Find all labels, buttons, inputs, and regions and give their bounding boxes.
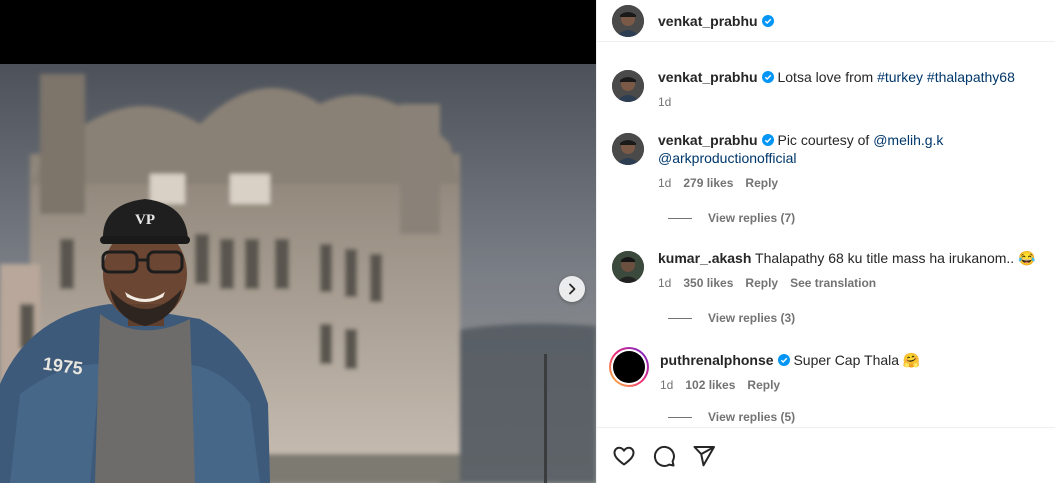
caption-username[interactable]: venkat_prabhu <box>658 69 758 85</box>
reply-button[interactable]: Reply <box>745 174 778 192</box>
comment-username[interactable]: kumar_.akash <box>658 250 751 266</box>
caption-text: Lotsa love from <box>777 69 874 85</box>
comment-likes[interactable]: 279 likes <box>683 174 733 192</box>
comment-body: puthrenalphonse Super Cap Thala 🤗 1d 102… <box>660 351 1039 394</box>
comment-time[interactable]: 1d <box>658 274 671 292</box>
post-actions-bar <box>597 427 1055 483</box>
comment-username[interactable]: puthrenalphonse <box>660 352 774 368</box>
view-replies-button[interactable]: View replies (5) <box>668 410 795 424</box>
chevron-right-icon <box>569 283 576 295</box>
verified-badge-icon <box>761 14 774 27</box>
commenter-avatar-story[interactable] <box>609 347 649 387</box>
verified-badge-icon <box>777 354 790 366</box>
comment-text: Thalapathy 68 ku title mass ha irukanom.… <box>755 250 1036 266</box>
comment-icon[interactable] <box>652 444 676 468</box>
comment-text: Pic courtesy of <box>777 132 870 148</box>
hashtag-link[interactable]: #thalapathy68 <box>927 69 1015 85</box>
caption-time[interactable]: 1d <box>658 93 671 111</box>
verified-badge-icon <box>761 134 774 146</box>
divider-line <box>668 217 692 219</box>
cap-text: VP <box>135 212 155 228</box>
hashtag-link[interactable]: #turkey <box>877 69 923 85</box>
comment-likes[interactable]: 102 likes <box>685 376 735 394</box>
reply-button[interactable]: Reply <box>745 274 778 292</box>
instagram-post-viewer: VP 1975 venkat_prabhu venkat_prabhu Lots… <box>0 0 1055 483</box>
comment-item: kumar_.akash Thalapathy 68 ku title mass… <box>612 249 1042 292</box>
author-avatar[interactable] <box>612 70 644 102</box>
commenter-avatar[interactable] <box>612 251 644 283</box>
commenter-avatar[interactable] <box>612 133 644 165</box>
author-username[interactable]: venkat_prabhu <box>658 13 758 29</box>
comment-item: venkat_prabhu Pic courtesy of @melih.g.k… <box>612 131 1042 192</box>
see-translation-button[interactable]: See translation <box>790 274 876 292</box>
comment-time[interactable]: 1d <box>660 376 673 394</box>
photo-illustration: VP 1975 <box>0 64 596 483</box>
comment-body: venkat_prabhu Pic courtesy of @melih.g.k… <box>658 131 1038 192</box>
comment-text: Super Cap Thala 🤗 <box>793 352 921 368</box>
mention-link[interactable]: @melih.g.k <box>873 132 943 148</box>
post-header: venkat_prabhu <box>597 0 1055 42</box>
view-replies-button[interactable]: View replies (7) <box>668 211 795 225</box>
post-side-panel: venkat_prabhu venkat_prabhu Lotsa love f… <box>596 0 1055 483</box>
view-replies-label: View replies (3) <box>708 311 796 325</box>
post-photo: VP 1975 <box>0 64 596 483</box>
author-avatar[interactable] <box>612 4 644 37</box>
comment-time[interactable]: 1d <box>658 174 671 192</box>
divider-line <box>668 416 692 418</box>
verified-badge-icon <box>761 71 774 83</box>
divider-line <box>668 317 692 319</box>
view-replies-label: View replies (7) <box>708 211 796 225</box>
caption-body: venkat_prabhu Lotsa love from #turkey #t… <box>658 68 1038 111</box>
next-photo-button[interactable] <box>559 276 585 302</box>
post-media: VP 1975 <box>0 0 596 483</box>
comment-item: puthrenalphonse Super Cap Thala 🤗 1d 102… <box>609 347 1039 394</box>
view-replies-button[interactable]: View replies (3) <box>668 311 795 325</box>
comments-list: venkat_prabhu Lotsa love from #turkey #t… <box>597 42 1055 427</box>
mention-link[interactable]: @arkproductionofficial <box>658 150 796 166</box>
caption-item: venkat_prabhu Lotsa love from #turkey #t… <box>612 68 1042 111</box>
comment-likes[interactable]: 350 likes <box>683 274 733 292</box>
comment-body: kumar_.akash Thalapathy 68 ku title mass… <box>658 249 1038 292</box>
reply-button[interactable]: Reply <box>747 376 780 394</box>
view-replies-label: View replies (5) <box>708 410 796 424</box>
send-icon[interactable] <box>692 444 716 468</box>
heart-icon[interactable] <box>612 444 636 468</box>
comment-username[interactable]: venkat_prabhu <box>658 132 758 148</box>
